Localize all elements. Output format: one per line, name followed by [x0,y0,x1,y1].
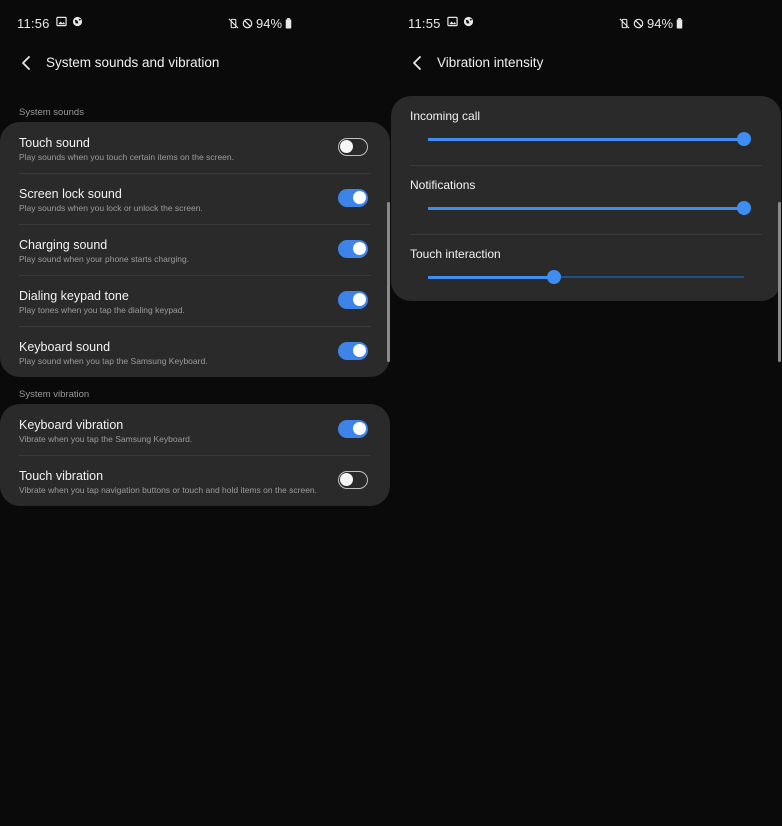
toggle-dialing-keypad-tone[interactable] [338,291,368,309]
toggle-knob [353,344,366,357]
setting-subtitle: Play sounds when you touch certain items… [19,152,234,162]
screen-system-sounds: 11:56 94% System sounds and vibration Sy… [0,0,391,826]
setting-title: Touch vibration [19,469,104,483]
toggle-knob [353,242,366,255]
setting-subtitle: Play sounds when you lock or unlock the … [19,203,203,213]
section-label-system-vibration: System vibration [19,389,90,400]
slider-thumb[interactable] [737,132,751,146]
status-bar: 11:55 94% [391,14,782,34]
setting-subtitle: Play sound when your phone starts chargi… [19,254,190,264]
back-button[interactable] [14,51,38,75]
app-header: System sounds and vibration [0,48,391,78]
section-label-system-sounds: System sounds [19,107,84,118]
setting-subtitle: Vibrate when you tap navigation buttons … [19,485,318,495]
incoming-call-slider[interactable] [428,132,751,146]
vibration-intensity-card: Incoming call Notifications Touch intera… [391,96,781,301]
setting-subtitle: Vibrate when you tap the Samsung Keyboar… [19,434,193,444]
toggle-screen-lock-sound[interactable] [338,189,368,207]
slider-thumb[interactable] [737,201,751,215]
setting-row-touch-vibration[interactable]: Touch vibration Vibrate when you tap nav… [0,455,390,506]
toggle-knob [340,473,353,486]
status-time: 11:56 [17,16,50,31]
slider-fill [428,275,555,279]
globe-icon [72,16,83,27]
do-not-disturb-icon [242,18,253,29]
setting-row-dialing-keypad-tone[interactable]: Dialing keypad tone Play tones when you … [0,275,390,326]
slider-fill [428,137,744,141]
vibrate-mute-icon [619,18,630,29]
status-time: 11:55 [408,16,441,31]
toggle-touch-sound[interactable] [338,138,368,156]
battery-icon [676,18,683,29]
toggle-touch-vibration[interactable] [338,471,368,489]
back-button[interactable] [405,51,429,75]
chevron-left-icon [22,56,30,70]
toggle-knob [353,293,366,306]
setting-row-touch-sound[interactable]: Touch sound Play sounds when you touch c… [0,122,390,173]
setting-title: Dialing keypad tone [19,289,129,303]
image-icon [447,16,458,27]
setting-row-keyboard-sound[interactable]: Keyboard sound Play sound when you tap t… [0,326,390,377]
scrollbar[interactable] [778,202,781,362]
scrollbar[interactable] [387,202,390,362]
toggle-knob [353,422,366,435]
toggle-keyboard-vibration[interactable] [338,420,368,438]
toggle-knob [353,191,366,204]
setting-title: Keyboard sound [19,340,111,354]
page-title: Vibration intensity [437,55,544,70]
notifications-slider[interactable] [428,201,751,215]
setting-row-keyboard-vibration[interactable]: Keyboard vibration Vibrate when you tap … [0,404,390,455]
system-sounds-card: Touch sound Play sounds when you touch c… [0,122,390,377]
slider-label: Touch interaction [410,247,501,261]
vibrate-mute-icon [228,18,239,29]
page-title: System sounds and vibration [46,55,220,70]
setting-title: Charging sound [19,238,108,252]
screen-vibration-intensity: 11:55 94% Vibration intensity Incoming c… [391,0,782,826]
setting-row-charging-sound[interactable]: Charging sound Play sound when your phon… [0,224,390,275]
battery-percent: 94% [647,16,674,31]
battery-percent: 94% [256,16,283,31]
toggle-keyboard-sound[interactable] [338,342,368,360]
slider-label: Incoming call [410,109,481,123]
image-icon [56,16,67,27]
setting-title: Touch sound [19,136,90,150]
slider-row-incoming-call: Incoming call [391,96,781,165]
app-header: Vibration intensity [391,48,782,78]
system-vibration-card: Keyboard vibration Vibrate when you tap … [0,404,390,506]
toggle-knob [340,140,353,153]
do-not-disturb-icon [633,18,644,29]
touch-interaction-slider[interactable] [428,270,744,284]
setting-subtitle: Play sound when you tap the Samsung Keyb… [19,356,208,366]
globe-icon [463,16,474,27]
setting-title: Screen lock sound [19,187,122,201]
slider-fill [428,206,744,210]
slider-row-notifications: Notifications [391,165,781,234]
battery-icon [285,18,292,29]
slider-row-touch-interaction: Touch interaction [391,234,781,301]
slider-thumb[interactable] [547,270,562,284]
setting-row-screen-lock-sound[interactable]: Screen lock sound Play sounds when you l… [0,173,390,224]
slider-label: Notifications [410,178,476,192]
setting-subtitle: Play tones when you tap the dialing keyp… [19,305,185,315]
setting-title: Keyboard vibration [19,418,124,432]
toggle-charging-sound[interactable] [338,240,368,258]
status-bar: 11:56 94% [0,14,391,34]
chevron-left-icon [413,56,421,70]
